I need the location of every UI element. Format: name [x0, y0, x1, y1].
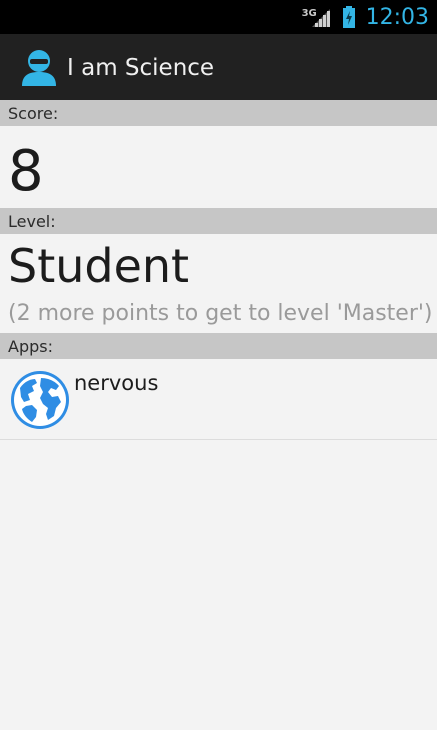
status-bar: 3G 12:03 [0, 0, 437, 34]
apps-header: Apps: [0, 333, 437, 359]
network-type-label: 3G [301, 8, 317, 19]
level-header: Level: [0, 208, 437, 234]
level-hint: (2 more points to get to level 'Master') [8, 301, 433, 326]
screen: 3G 12:03 I am Science Score: 8 Level: St… [0, 0, 437, 730]
battery-charging-icon [342, 5, 356, 29]
signal-icon: 3G [302, 5, 334, 29]
globe-icon [10, 370, 70, 430]
score-header: Score: [0, 100, 437, 126]
list-item[interactable]: nervous [0, 359, 437, 440]
status-clock: 12:03 [365, 4, 429, 30]
app-name: nervous [74, 371, 159, 395]
person-icon[interactable] [19, 47, 59, 87]
status-icons: 3G 12:03 [302, 0, 429, 34]
action-bar: I am Science [0, 34, 437, 100]
score-value: 8 [8, 139, 44, 204]
app-title: I am Science [67, 55, 215, 81]
level-value: Student [8, 239, 190, 293]
